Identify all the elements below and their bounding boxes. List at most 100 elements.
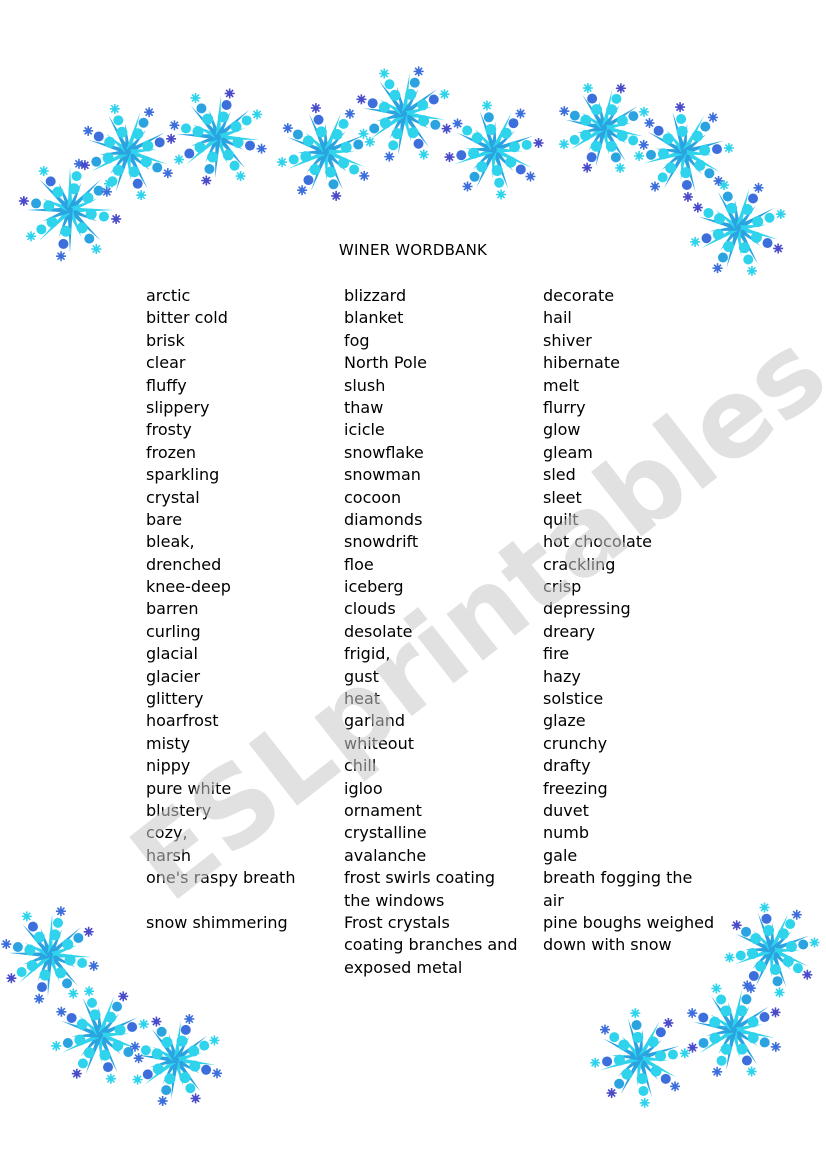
word-item: Frost crystals <box>344 912 450 932</box>
word-item: depressing <box>543 599 631 619</box>
word-item: garland <box>344 711 406 731</box>
word-item: drafty <box>543 756 591 776</box>
snowflake-icon <box>634 102 734 202</box>
snowflake-icon <box>169 88 267 186</box>
word-item: down with snow <box>543 935 672 955</box>
word-item: ornament <box>344 800 422 820</box>
word-item: pure white <box>146 778 232 798</box>
snowflake-icon <box>51 986 149 1084</box>
word-item: cozy, <box>146 823 188 843</box>
word-item: crystalline <box>344 823 427 843</box>
snowflake-icon <box>277 103 375 201</box>
word-item: frost swirls coating <box>344 868 496 888</box>
word-item: curling <box>146 621 201 641</box>
word-item: whiteout <box>344 733 414 753</box>
word-item: igloo <box>344 778 383 798</box>
word-item: numb <box>543 823 590 843</box>
word-item: glaze <box>543 711 586 731</box>
word-item: crisp <box>543 577 582 597</box>
word-item: hibernate <box>543 353 620 373</box>
word-item: gust <box>344 666 379 686</box>
word-item: fire <box>543 644 570 664</box>
word-item: fog <box>344 330 370 350</box>
word-item: diamonds <box>344 509 423 529</box>
word-item: frozen <box>146 442 197 462</box>
word-item: glacier <box>146 666 201 686</box>
word-item: melt <box>543 375 580 395</box>
word-item: exposed metal <box>344 957 463 977</box>
word-column-2: blizzard blanket fog North Pole slush thaw ici… <box>344 285 517 979</box>
page-title: WINER WORDBANK <box>338 241 488 259</box>
word-item: solstice <box>543 689 604 709</box>
word-item: avalanche <box>344 845 427 865</box>
word-item: crystal <box>146 487 200 507</box>
word-item: blizzard <box>344 286 407 305</box>
word-item: glittery <box>146 689 204 709</box>
snowflake-icon <box>690 180 786 276</box>
word-item: slush <box>344 375 386 395</box>
word-item: the windows <box>344 890 445 910</box>
word-item: decorate <box>543 286 615 305</box>
word-item: harsh <box>146 845 191 865</box>
word-column-1: arctic bitter cold brisk clear fluffy slipper… <box>146 285 295 934</box>
word-item: pine boughs weighed <box>543 912 715 932</box>
word-item: desolate <box>344 621 413 641</box>
word-item: hoarfrost <box>146 711 219 731</box>
word-item: shiver <box>543 330 592 350</box>
word-item: sparkling <box>146 465 220 485</box>
word-item: frigid, <box>344 644 391 664</box>
snowflake-icon <box>724 902 820 998</box>
word-item: North Pole <box>344 353 427 373</box>
word-item: gleam <box>543 442 593 462</box>
word-item: flurry <box>543 397 586 417</box>
word-item: icicle <box>344 420 385 440</box>
word-item: bitter cold <box>146 308 228 328</box>
word-item: snowdrift <box>344 532 419 552</box>
snowflake-icon <box>559 83 649 173</box>
word-item: hazy <box>543 666 581 686</box>
word-item: heat <box>344 689 381 709</box>
word-item: dreary <box>543 621 596 641</box>
snowflake-icon <box>444 100 544 200</box>
word-item: iceberg <box>344 577 404 597</box>
word-item: crunchy <box>543 733 608 753</box>
snowflake-icon <box>356 66 452 162</box>
word-item: glow <box>543 420 581 440</box>
word-item: freezing <box>543 778 608 798</box>
word-item: chill <box>344 756 377 776</box>
snowflake-icon <box>687 983 781 1077</box>
word-item: cocoon <box>344 487 402 507</box>
word-item: hot chocolate <box>543 532 652 552</box>
word-item: crackling <box>543 554 616 574</box>
word-item: duvet <box>543 800 589 820</box>
word-item: snowflake <box>344 442 424 462</box>
snowflake-icon <box>1 906 99 1004</box>
word-item: blustery <box>146 800 212 820</box>
word-column-3: decorate hail shiver hibernate melt flurry glo… <box>543 285 714 957</box>
word-item: glacial <box>146 644 198 664</box>
word-item: floe <box>344 554 374 574</box>
word-item: breath fogging the <box>543 868 693 888</box>
word-item: frosty <box>146 420 192 440</box>
word-item: knee-deep <box>146 577 231 597</box>
word-item: snowman <box>344 465 421 485</box>
word-item: quilt <box>543 509 579 529</box>
word-item: hail <box>543 308 572 328</box>
word-item: fluffy <box>146 375 187 395</box>
word-item: clouds <box>344 599 396 619</box>
word-item: sleet <box>543 487 582 507</box>
word-item: gale <box>543 845 578 865</box>
word-item: sled <box>543 465 576 485</box>
snowflake-icon <box>590 1008 690 1108</box>
word-item: clear <box>146 353 186 373</box>
word-item: bare <box>146 509 183 529</box>
word-item: misty <box>146 733 191 753</box>
word-item: thaw <box>344 397 384 417</box>
word-item: blanket <box>344 308 404 328</box>
word-item: coating branches and <box>344 935 518 955</box>
word-item: bleak, <box>146 532 195 552</box>
word-item: one's raspy breath <box>146 868 296 888</box>
word-item: snow shimmering <box>146 912 288 932</box>
word-item: slippery <box>146 397 210 417</box>
word-item: air <box>543 890 564 910</box>
